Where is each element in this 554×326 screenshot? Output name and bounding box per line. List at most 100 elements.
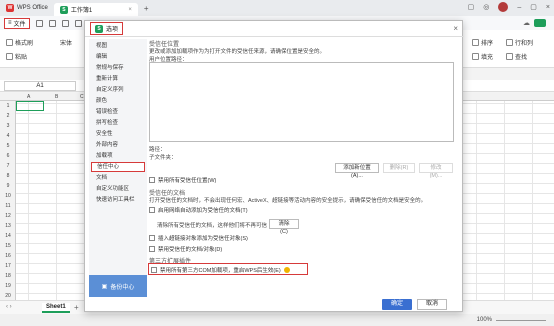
trusted-locations-list[interactable] (149, 62, 454, 142)
fill-label: 填充 (481, 55, 494, 61)
selected-cell[interactable] (16, 101, 44, 111)
file-menu-button[interactable]: ≡ 文件 (4, 17, 30, 29)
maximize-icon[interactable]: ▢ (530, 3, 537, 11)
cancel-button[interactable]: 取消 (417, 299, 447, 310)
undo-icon[interactable] (48, 19, 56, 27)
sidebar-item-custom-list[interactable]: 自定义序列 (91, 85, 145, 95)
delete-location-button[interactable]: 删除(R) (383, 163, 415, 173)
row-header[interactable]: 2 (0, 113, 16, 119)
row-header[interactable]: 14 (0, 233, 16, 239)
row-header[interactable]: 6 (0, 153, 16, 159)
new-tab-button[interactable]: + (144, 4, 149, 13)
checkbox-label: 禁用所有第三方COM加载项，重启WPS后生效(E) (160, 268, 281, 274)
row-header[interactable]: 17 (0, 263, 16, 269)
zoom-slider[interactable] (496, 320, 546, 321)
sheet-tab[interactable]: Sheet1 (42, 303, 70, 313)
checkbox-label: 启用网络自动添加为受信任的文档(T) (158, 208, 248, 214)
cloud-icon[interactable]: ☁ (523, 19, 530, 27)
info-icon[interactable] (283, 267, 290, 273)
backup-center-button[interactable]: ▣ 备份中心 (89, 275, 147, 297)
row-header[interactable]: 20 (0, 293, 16, 299)
row-header[interactable]: 4 (0, 133, 16, 139)
row-header[interactable]: 8 (0, 173, 16, 179)
row-header[interactable]: 16 (0, 253, 16, 259)
sidebar-item-general[interactable]: 常规与保存 (91, 63, 145, 73)
row-header[interactable]: 11 (0, 203, 16, 209)
save-icon[interactable] (35, 19, 43, 27)
sort-button[interactable]: 排序 (472, 38, 493, 47)
insert-object-checkbox[interactable]: 插入超链接对象添加为受信任对象(S) (149, 234, 248, 242)
row-header[interactable]: 15 (0, 243, 16, 249)
sidebar-item-document[interactable]: 文档 (91, 173, 145, 183)
add-sheet-icon[interactable]: + (74, 303, 79, 312)
preview-icon[interactable] (74, 19, 82, 27)
disable-trusted-docs-checkbox[interactable]: 禁用受信任的文档/对象(D) (149, 245, 222, 253)
spreadsheet-icon: S (59, 5, 68, 14)
paste-button[interactable]: 粘贴 (6, 52, 27, 61)
app-name: WPS Office (17, 5, 48, 11)
name-box[interactable]: A1 (4, 81, 76, 91)
subfolder-label: 子文件夹： (149, 155, 177, 161)
clear-trusted-button[interactable]: 清除(C) (269, 219, 299, 235)
wps-logo-icon: W (6, 4, 14, 12)
close-tab-icon[interactable]: × (128, 7, 132, 13)
row-header[interactable]: 10 (0, 193, 16, 199)
layout-icon[interactable]: ▢ (468, 3, 475, 11)
sidebar-item-external[interactable]: 外部内容 (91, 140, 145, 150)
sidebar-item-spell-check[interactable]: 拼写检查 (91, 118, 145, 128)
close-window-icon[interactable]: × (546, 4, 550, 11)
sync-icon[interactable]: ◎ (483, 3, 489, 11)
spreadsheet-icon: S (95, 24, 103, 33)
sidebar-item-trust-center[interactable]: 信任中心 (91, 162, 145, 172)
status-bar: 100% (0, 314, 554, 326)
add-location-button[interactable]: 添加新位置(A)... (335, 163, 379, 179)
print-icon[interactable] (61, 19, 69, 27)
format-painter-icon (6, 39, 13, 46)
fill-button[interactable]: 填充 (472, 52, 493, 61)
row-header[interactable]: 5 (0, 143, 16, 149)
network-docs-checkbox[interactable]: 启用网络自动添加为受信任的文档(T) (149, 206, 248, 214)
modify-location-button[interactable]: 修改(M)... (419, 163, 453, 179)
hamburger-icon: ≡ (8, 20, 12, 26)
app-tab[interactable]: W WPS Office (0, 0, 54, 16)
clear-trusted-text: 清除所有受信任的文档，这样他们将不再可信 (157, 223, 268, 229)
row-col-button[interactable]: 行和列 (506, 38, 533, 47)
find-button[interactable]: 查找 (506, 52, 527, 61)
sidebar-item-edit[interactable]: 编辑 (91, 52, 145, 62)
sidebar-item-security[interactable]: 安全性 (91, 129, 145, 139)
row-header[interactable]: 7 (0, 163, 16, 169)
sidebar-item-error-check[interactable]: 错误检查 (91, 107, 145, 117)
row-header[interactable]: 12 (0, 213, 16, 219)
row-header[interactable]: 9 (0, 183, 16, 189)
row-col-label: 行和列 (515, 41, 534, 47)
row-header[interactable]: 3 (0, 123, 16, 129)
zoom-level[interactable]: 100% (477, 317, 492, 323)
dialog-title: S 选项 (90, 22, 124, 35)
sort-label: 排序 (481, 41, 494, 47)
find-icon (506, 53, 513, 60)
column-header[interactable]: B (55, 94, 58, 100)
disable-com-addins-checkbox[interactable]: 禁用所有第三方COM加载项，重启WPS后生效(E) (151, 266, 290, 274)
minimize-icon[interactable]: – (517, 4, 521, 11)
sidebar-item-color[interactable]: 颜色 (91, 96, 145, 106)
sidebar-item-recalc[interactable]: 重新计算 (91, 74, 145, 84)
sheet-nav-icon[interactable]: ‹ › (6, 304, 12, 310)
row-header[interactable]: 1 (0, 103, 16, 109)
share-button[interactable] (534, 19, 546, 27)
sidebar-item-view[interactable]: 视图 (91, 41, 145, 51)
avatar[interactable] (498, 2, 509, 12)
row-header[interactable]: 13 (0, 223, 16, 229)
sidebar-item-ribbon[interactable]: 自定义功能区 (91, 184, 145, 194)
row-header[interactable]: 18 (0, 273, 16, 279)
document-tab[interactable]: S 工作簿1 × (53, 3, 138, 16)
backup-center-label: 备份中心 (110, 284, 135, 291)
font-select[interactable]: 宋体 (60, 38, 72, 47)
column-header[interactable]: A (27, 94, 30, 100)
dialog-close-icon[interactable]: × (453, 24, 458, 33)
sidebar-item-addins[interactable]: 加载项 (91, 151, 145, 161)
disable-trusted-locations-checkbox[interactable]: 禁用所有受信任位置(W) (149, 176, 216, 184)
format-painter-button[interactable]: 格式刷 (6, 38, 33, 47)
ok-button[interactable]: 确定 (382, 299, 412, 310)
sidebar-item-quick-access[interactable]: 快速访问工具栏 (91, 195, 145, 205)
row-header[interactable]: 19 (0, 283, 16, 289)
